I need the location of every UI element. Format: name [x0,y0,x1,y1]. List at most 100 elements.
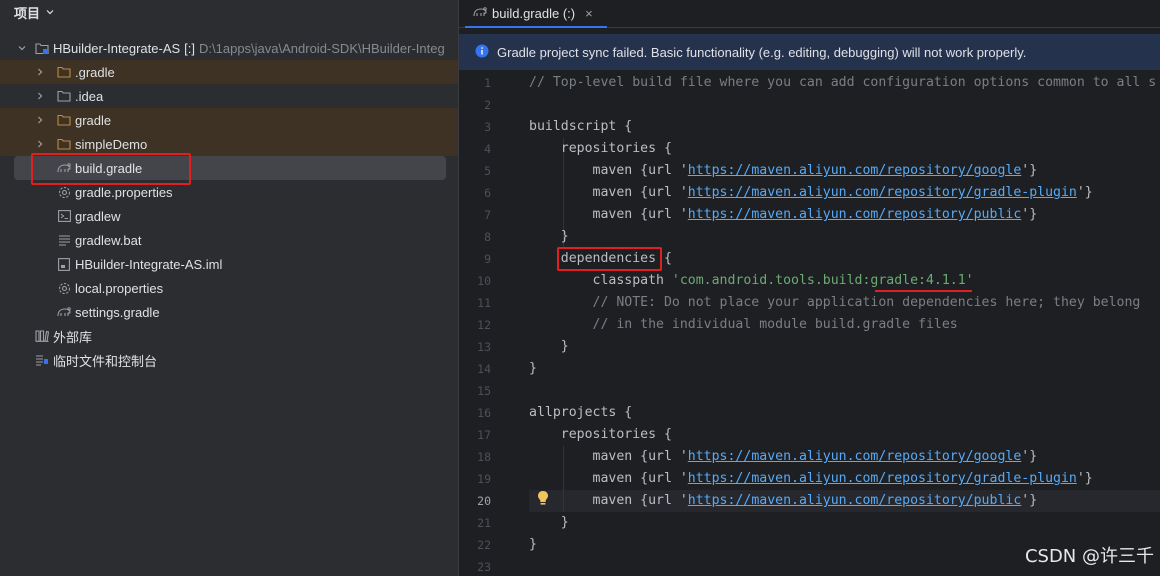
code-line: // in the individual module build.gradle… [529,317,958,332]
tree-item-label: .idea [75,88,104,104]
sync-failed-banner: Gradle project sync failed. Basic functi… [459,34,1160,70]
chevron-right-icon[interactable] [34,66,46,78]
folder-icon [56,64,72,80]
code-line: // Top-level build file where you can ad… [529,75,1157,90]
annotation-underline-gradle-version [875,290,972,292]
tree-item-label: 临时文件和控制台 [53,353,158,369]
code-area[interactable]: // Top-level build file where you can ad… [529,72,1160,576]
editor: build.gradle (:) × Gradle project sync f… [458,0,1160,576]
chevron-right-icon[interactable] [34,114,46,126]
code-line: maven {url 'https://maven.aliyun.com/rep… [529,163,1038,178]
url-link[interactable]: https://maven.aliyun.com/repository/publ… [688,493,1021,508]
tree-item-label: HBuilder-Integrate-AS.iml [75,256,223,272]
line-number: 12 [477,318,491,332]
code-line: maven {url 'https://maven.aliyun.com/rep… [529,449,1038,464]
folder-icon [56,136,72,152]
code-line: repositories { [529,141,672,156]
module-file-icon [56,256,72,272]
url-link[interactable]: https://maven.aliyun.com/repository/publ… [688,207,1021,222]
tree-item-gradle[interactable]: gradle [0,108,458,132]
terminal-script-icon [56,208,72,224]
tree-item-build-gradle[interactable]: build.gradle [14,156,446,180]
tree-root[interactable]: HBuilder-Integrate-AS [:] D:\1apps\java\… [0,36,458,60]
line-number: 9 [484,252,491,266]
lightbulb-icon[interactable] [537,490,549,506]
line-number: 10 [477,274,491,288]
settings-gear-icon [56,280,72,296]
tree-item-settings-gradle[interactable]: settings.gradle [0,300,458,324]
line-number: 1 [484,76,491,90]
code-line: allprojects { [529,405,633,420]
url-link[interactable]: https://maven.aliyun.com/repository/goog… [688,449,1021,464]
line-number: 6 [484,186,491,200]
tree-item-label: gradle [75,112,112,128]
line-number: 3 [484,120,491,134]
panel-title: 项目 [14,5,41,21]
code-line: buildscript { [529,119,633,134]
banner-text: Gradle project sync failed. Basic functi… [497,44,1027,60]
tree-item-gradle-properties[interactable]: gradle.properties [0,180,458,204]
tree-item-local-properties[interactable]: local.properties [0,276,458,300]
tree-item-external-libraries[interactable]: 外部库 [0,324,458,348]
chevron-down-icon[interactable] [16,42,28,54]
line-number: 11 [477,296,491,310]
tree-item-label: simpleDemo [75,136,148,152]
code-line: } [529,229,569,244]
gradle-elephant-icon [56,304,72,320]
classpath-string: 'com.android.tools.build:gradle:4.1.1' [671,273,974,288]
text-file-icon [56,232,72,248]
info-icon [475,44,489,61]
line-number: 23 [477,560,491,574]
code-line: maven {url 'https://maven.aliyun.com/rep… [529,185,1093,200]
line-number: 7 [484,208,491,222]
tree-item-gradlew[interactable]: gradlew [0,204,458,228]
code-line: } [529,537,537,552]
line-number: 21 [477,516,491,530]
tree-item-iml[interactable]: HBuilder-Integrate-AS.iml [0,252,458,276]
tree-item-idea[interactable]: .idea [0,84,458,108]
chevron-down-icon[interactable] [46,8,54,16]
close-icon[interactable]: × [585,6,593,21]
url-link[interactable]: https://maven.aliyun.com/repository/grad… [688,471,1077,486]
url-link[interactable]: https://maven.aliyun.com/repository/goog… [688,163,1021,178]
tree-item-label: gradle.properties [75,184,173,200]
chevron-right-icon[interactable] [34,90,46,102]
line-number: 4 [484,142,491,156]
tree-item-label: settings.gradle [75,304,160,320]
tree-item-label: 外部库 [53,329,93,345]
code-line: } [529,515,569,530]
tree-item-label: local.properties [75,280,164,296]
gradle-elephant-icon [56,160,72,176]
root-name: HBuilder-Integrate-AS [53,40,181,56]
chevron-right-icon[interactable] [34,138,46,150]
code-line: repositories { [529,427,672,442]
code-line: // NOTE: Do not place your application d… [529,295,1141,310]
line-number-gutter: 1 2 3 4 5 6 7 8 9 10 11 12 13 14 15 16 1… [459,72,525,576]
dependencies-keyword: dependencies [560,251,657,266]
module-folder-icon [34,40,50,56]
tree-item-simpledemo[interactable]: simpleDemo [0,132,458,156]
code-line: dependencies { [560,251,672,266]
url-link[interactable]: https://maven.aliyun.com/repository/grad… [688,185,1077,200]
library-icon [34,328,50,344]
tree-item-gradle-cache[interactable]: .gradle [0,60,458,84]
tree-item-label: gradlew.bat [75,232,142,248]
code-line: classpath 'com.android.tools.build:gradl… [529,273,974,288]
line-number: 8 [484,230,491,244]
root-tag: [:] [184,40,196,56]
project-panel: 项目 HBuilder-Integrate-AS [:] D:\1apps\ja… [0,0,458,576]
line-number: 5 [484,164,491,178]
panel-header[interactable]: 项目 [0,0,458,24]
tab-bar: build.gradle (:) × [459,0,1160,28]
tree-item-gradlew-bat[interactable]: gradlew.bat [0,228,458,252]
code-line: maven {url 'https://maven.aliyun.com/rep… [529,493,1038,508]
line-number: 18 [477,450,491,464]
tree-item-label: .gradle [75,64,115,80]
line-number: 16 [477,406,491,420]
tree-item-label: build.gradle [75,160,143,176]
tab-build-gradle[interactable]: build.gradle (:) × [465,0,607,28]
line-number: 19 [477,472,491,486]
tree-item-scratches[interactable]: 临时文件和控制台 [0,348,458,372]
line-number: 20 [477,494,491,508]
code-line: } [529,361,537,376]
